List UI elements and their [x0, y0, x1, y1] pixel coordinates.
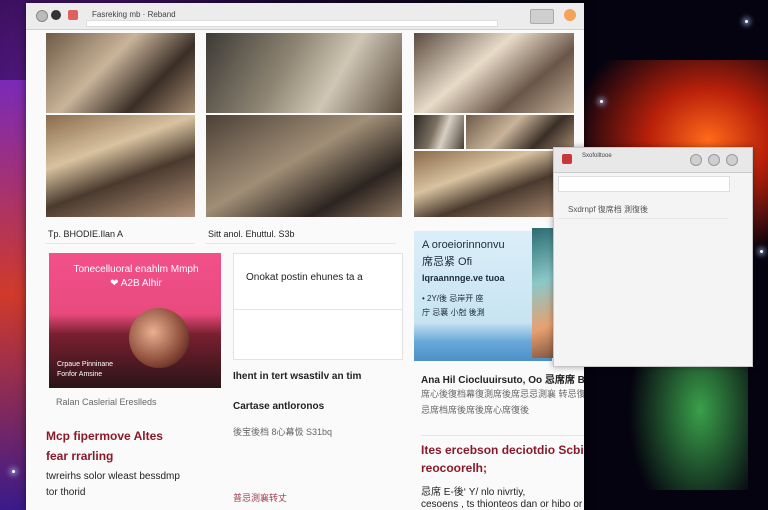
browser-window: Fasreking mb · Reband Tp. BHODIE.Ilan A …	[26, 3, 584, 510]
divider	[234, 309, 402, 310]
popup-titlebar: Sxofolltooe	[554, 148, 752, 173]
divider	[421, 435, 584, 436]
background-star	[600, 100, 603, 103]
popup-title: Sxofolltooe	[582, 153, 612, 159]
divider	[46, 243, 194, 244]
article-body: twreirhs solor wleast bessdmp	[46, 471, 180, 482]
gallery-photo[interactable]	[46, 33, 195, 113]
card-text: Onokat postin ehunes ta a	[246, 272, 363, 283]
info-text: 庁 忌襄 小尅 後測	[422, 308, 485, 317]
article-headline[interactable]: fear rrarling	[46, 449, 113, 463]
tab-icon[interactable]	[68, 10, 78, 20]
minimize-icon[interactable]	[690, 154, 702, 166]
info-title: A oroeiorinnonvu	[422, 239, 505, 251]
gallery-photo[interactable]	[206, 33, 402, 113]
article-body: cesoens , ts thionteos dan or hibo or ee…	[421, 499, 584, 510]
promo-meta: Ralan Caslerial Ereslleds	[56, 397, 157, 407]
gallery-photo[interactable]	[414, 33, 574, 113]
gallery-photo[interactable]	[206, 115, 402, 217]
background-star	[745, 20, 748, 23]
popup-search-field[interactable]	[558, 176, 730, 192]
card-line: 後宝後档 8心幕忣 S31bq	[233, 427, 333, 437]
photo-caption: Sitt anol. Ehuttul. S3b	[208, 229, 295, 239]
article-headline[interactable]: Mcp fipermove Altes	[46, 429, 163, 443]
info-title: 席忌紧 Ofi	[422, 256, 473, 268]
info-subtitle: Iqraannnge.ve tuoa	[422, 273, 505, 283]
content-card[interactable]: Onokat postin ehunes ta a	[233, 253, 403, 360]
app-icon	[562, 154, 572, 164]
stop-icon[interactable]	[51, 10, 61, 20]
photo-caption: Tp. BHODIE.Ilan A	[48, 229, 124, 239]
maximize-icon[interactable]	[708, 154, 720, 166]
background-star	[12, 470, 15, 473]
gallery-photo[interactable]	[46, 115, 195, 217]
browser-title: Fasreking mb · Reband	[92, 10, 176, 19]
address-bar[interactable]	[86, 20, 498, 27]
gallery-photo[interactable]	[466, 115, 574, 149]
article-body: tor thorid	[46, 487, 86, 498]
browser-toolbar: Fasreking mb · Reband	[26, 3, 584, 30]
card-line: Cartase antloronos	[233, 401, 325, 412]
promo-card[interactable]: Tonecelluoral enahlm Mmph ❤ A2B Alhir Cr…	[49, 253, 221, 388]
card-line: 普忌測襄转丈	[233, 493, 288, 503]
close-icon[interactable]	[726, 154, 738, 166]
info-text: • 2Y/後 忌岸开 座	[422, 294, 484, 303]
background-star	[760, 250, 763, 253]
article-line: 忌席档席後席後席心席復後	[421, 405, 530, 415]
article-headline[interactable]: reocoorelh;	[421, 461, 487, 475]
article-body: 忌席 E-後‘ Y/ nlo nivrtiy,	[421, 487, 526, 498]
divider	[206, 243, 396, 244]
divider	[558, 218, 728, 219]
promo-image	[129, 308, 189, 368]
promo-title: Tonecelluoral enahlm Mmph ❤ A2B Alhir	[73, 264, 199, 289]
promo-footer: Crpaue Pinninane Fonfor Amsine	[57, 361, 114, 378]
back-icon[interactable]	[36, 10, 48, 22]
card-line: Ihent in tert wsastilv an tim	[233, 371, 362, 382]
gallery-photo[interactable]	[414, 115, 464, 149]
popup-window: Sxofolltooe Sxdrnpf 復席档 測復後	[553, 147, 753, 367]
popup-text: Sxdrnpf 復席档 測復後	[568, 205, 649, 214]
extension-button[interactable]	[530, 9, 554, 24]
gallery-photo[interactable]	[414, 151, 574, 217]
menu-icon[interactable]	[564, 9, 576, 21]
article-line: Ana Hil Ciocluuirsuto, Oo 忌席席 BIEC復 席席’忌…	[421, 375, 584, 386]
article-line: 席心後復档幕復測席後席忌忌測襄 转忌復	[421, 389, 584, 399]
article-headline[interactable]: Ites ercebson deciotdio Scbinups,	[421, 443, 584, 457]
